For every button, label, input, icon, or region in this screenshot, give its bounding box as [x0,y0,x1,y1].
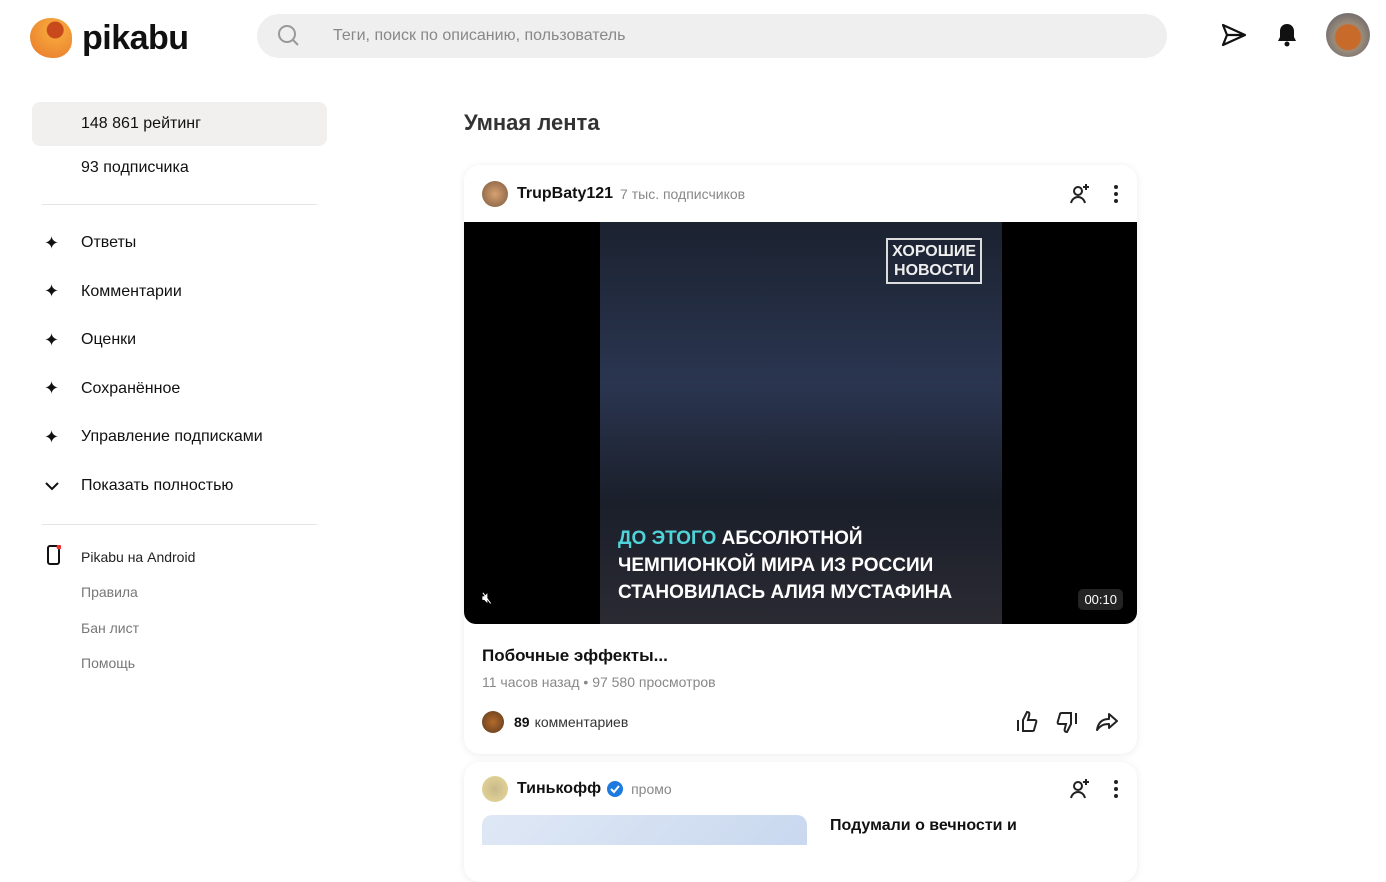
sidebar-item-label: Сохранённое [81,379,181,397]
commenter-avatar [482,711,504,733]
sidebar-item-comments[interactable]: ✦ Комментарии [32,268,327,317]
sidebar-item-label: Комментарии [81,282,182,300]
android-link[interactable]: Pikabu на Android [32,539,327,575]
author-subscribers: 7 тыс. подписчиков [620,185,746,202]
rules-link[interactable]: Правила [32,575,327,611]
subscribe-user-icon[interactable] [1069,778,1091,800]
subscribe-user-icon[interactable] [1069,183,1091,205]
more-options-icon[interactable] [1113,184,1119,204]
mute-icon[interactable]: 🔇︎ [482,590,492,608]
promo-label: промо [631,780,672,797]
thumbs-down-icon[interactable] [1055,710,1079,734]
post-title[interactable]: Побочные эффекты... [464,624,1137,666]
logo-text: pikabu [82,18,189,57]
banlist-link[interactable]: Бан лист [32,610,327,646]
author-avatar[interactable] [482,180,508,207]
logo[interactable]: pikabu [30,18,189,58]
pikabu-logo-icon [30,18,72,58]
post-meta: 11 часов назад • 97 580 просмотров [482,674,716,690]
promo-title[interactable]: Подумали о вечности и [830,817,1017,835]
author-name[interactable]: TrupBaty121 [517,185,613,203]
sparkle-icon: ✦ [44,329,60,350]
video-caption: ДО ЭТОГО АБСОЛЮТНОЙ ЧЕМПИОНКОЙ МИРА ИЗ Р… [618,528,953,603]
rating-stat[interactable]: 148 861 рейтинг [32,102,327,146]
show-all-button[interactable]: Показать полностью [32,462,327,511]
video-player[interactable]: ХОРОШИЕ НОВОСТИ ДО ЭТОГО АБСОЛЮТНОЙ ЧЕМПИ… [464,222,1137,624]
subscribers-label: 93 подписчика [81,159,189,176]
search-input[interactable] [333,27,1133,45]
sidebar-item-ratings[interactable]: ✦ Оценки [32,316,327,365]
sparkle-icon: ✦ [44,426,60,447]
search-icon [278,25,299,46]
video-watermark: ХОРОШИЕ НОВОСТИ [886,238,982,284]
author-name[interactable]: Тинькофф [517,780,601,798]
sidebar-item-subscriptions[interactable]: ✦ Управление подписками [32,413,327,462]
sidebar: 148 861 рейтинг 93 подписчика ✦ Ответы ✦ К… [32,102,327,681]
sidebar-item-answers[interactable]: ✦ Ответы [32,219,327,268]
sparkle-icon: ✦ [44,378,60,399]
promo-image[interactable] [482,815,807,845]
thumbs-up-icon[interactable] [1015,710,1039,734]
show-all-label: Показать полностью [81,476,234,494]
comments-count[interactable]: 89 [514,714,530,730]
sidebar-item-saved[interactable]: ✦ Сохранённое [32,365,327,414]
rating-label: 148 861 рейтинг [81,115,201,132]
promo-card: Тинькофф промо Подумали о вечности и [464,762,1137,882]
phone-icon [32,544,81,568]
video-frame: ХОРОШИЕ НОВОСТИ ДО ЭТОГО АБСОЛЮТНОЙ ЧЕМПИ… [600,222,1002,624]
help-link[interactable]: Помощь [32,646,327,682]
user-avatar[interactable] [1326,13,1370,57]
search-bar[interactable] [257,14,1167,58]
bell-icon[interactable] [1275,22,1299,48]
send-icon[interactable] [1221,22,1247,48]
verified-icon [607,780,624,797]
divider [42,524,317,525]
divider [42,204,317,205]
video-duration: 00:10 [1078,589,1123,610]
sidebar-item-label: Оценки [81,331,137,349]
share-icon[interactable] [1095,710,1119,734]
sidebar-item-label: Ответы [81,234,137,252]
sparkle-icon: ✦ [44,281,60,302]
more-options-icon[interactable] [1113,779,1119,799]
page-title: Умная лента [464,110,600,135]
header: pikabu [0,0,1386,72]
comments-label[interactable]: комментариев [535,714,629,730]
subscribers-stat[interactable]: 93 подписчика [32,146,327,190]
android-link-label: Pikabu на Android [81,548,196,565]
post-card: TrupBaty121 7 тыс. подписчиков ХОРОШИЕ НО… [464,165,1137,754]
sidebar-item-label: Управление подписками [81,428,263,446]
chevron-down-icon [32,475,81,496]
author-avatar[interactable] [482,775,508,802]
sparkle-icon: ✦ [44,232,60,253]
